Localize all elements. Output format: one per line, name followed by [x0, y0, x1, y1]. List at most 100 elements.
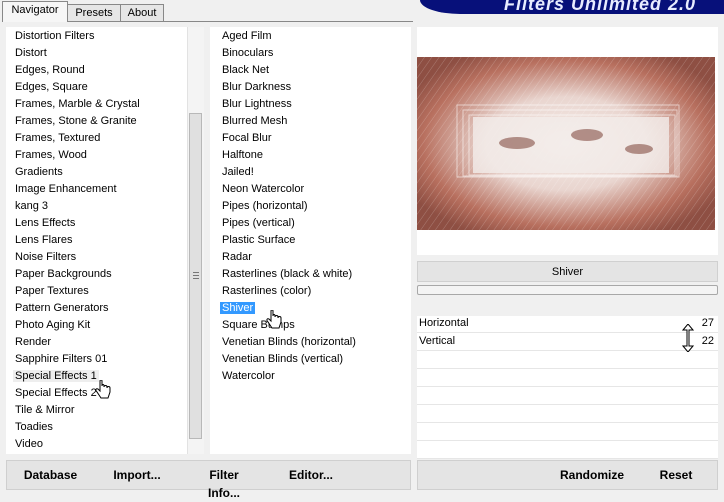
category-item[interactable]: Paper Textures	[13, 283, 91, 300]
filter-item[interactable]: Rasterlines (color)	[220, 283, 313, 300]
category-label: kang 3	[15, 200, 49, 212]
category-item[interactable]: Lens Flares	[13, 232, 74, 249]
filter-list[interactable]: Aged Film Binoculars Black Net Blur Darknes…	[210, 27, 411, 454]
filter-label: Aged Film	[222, 30, 272, 42]
filter-item[interactable]: Aged Film	[220, 28, 274, 45]
filter-item[interactable]: Pipes (horizontal)	[220, 198, 310, 215]
filter-label: Pipes (horizontal)	[222, 200, 308, 212]
category-item[interactable]: Toadies	[13, 419, 55, 436]
category-item[interactable]: Lens Effects	[13, 215, 77, 232]
filter-item[interactable]: Watercolor	[220, 368, 277, 385]
filter-item[interactable]: Neon Watercolor	[220, 181, 306, 198]
filter-item[interactable]: Plastic Surface	[220, 232, 297, 249]
category-label: Frames, Textured	[15, 132, 101, 144]
param-row	[417, 370, 718, 387]
param-label: Vertical	[419, 335, 456, 347]
filter-item[interactable]: Focal Blur	[220, 130, 274, 147]
category-item[interactable]: Frames, Wood	[13, 147, 89, 164]
category-label: Toadies	[15, 421, 53, 433]
filter-item[interactable]: Shiver	[220, 300, 256, 317]
filter-info-button[interactable]: Filter Info...	[192, 466, 256, 500]
param-value: 22	[701, 335, 714, 347]
param-row	[417, 406, 718, 423]
category-label: Paper Backgrounds	[15, 268, 112, 280]
tab-presets[interactable]: Presets	[67, 4, 121, 21]
slider-cursor-icon	[681, 323, 695, 353]
category-label: Frames, Marble & Crystal	[15, 98, 140, 110]
category-item[interactable]: Pattern Generators	[13, 300, 111, 317]
filter-item[interactable]: Blur Lightness	[220, 96, 294, 113]
filter-label: Halftone	[222, 149, 263, 161]
category-label: Gradients	[15, 166, 63, 178]
filter-label: Binoculars	[222, 47, 274, 59]
filter-item[interactable]: Radar	[220, 249, 254, 266]
filter-item[interactable]: Binoculars	[220, 45, 275, 62]
filter-name-label: Shiver	[417, 261, 718, 282]
category-label: Lens Flares	[15, 234, 73, 246]
category-item[interactable]: Gradients	[13, 164, 65, 181]
category-label: Frames, Stone & Granite	[15, 115, 137, 127]
category-scrollbar[interactable]	[187, 27, 204, 454]
filter-item[interactable]: Venetian Blinds (horizontal)	[220, 334, 358, 351]
category-item[interactable]: Render	[13, 334, 53, 351]
category-item[interactable]: Video	[13, 436, 45, 453]
category-item[interactable]: Tile & Mirror	[13, 402, 76, 419]
category-label: Special Effects 1	[13, 370, 99, 382]
category-label: Sapphire Filters 01	[15, 353, 108, 365]
filter-label: Watercolor	[222, 370, 275, 382]
hand-cursor-icon	[95, 379, 111, 405]
tab-navigator[interactable]: Navigator	[2, 1, 68, 22]
category-item[interactable]: Frames, Marble & Crystal	[13, 96, 142, 113]
category-label: Distort	[15, 47, 47, 59]
filter-item[interactable]: Halftone	[220, 147, 265, 164]
filter-label: Rasterlines (color)	[222, 285, 312, 297]
filter-label: Venetian Blinds (vertical)	[222, 353, 344, 365]
reset-button[interactable]: Reset	[656, 466, 696, 484]
category-item[interactable]: Edges, Square	[13, 79, 90, 96]
filter-label: Blur Lightness	[222, 98, 292, 110]
param-row[interactable]: Vertical 22	[417, 334, 718, 351]
category-label: Edges, Round	[15, 64, 85, 76]
category-item[interactable]: Photo Aging Kit	[13, 317, 92, 334]
category-item[interactable]: Special Effects 2	[13, 385, 99, 402]
category-item[interactable]: Edges, Round	[13, 62, 87, 79]
category-label: Paper Textures	[15, 285, 89, 297]
filter-item[interactable]: Jailed!	[220, 164, 256, 181]
category-item[interactable]: Frames, Stone & Granite	[13, 113, 139, 130]
filter-label: Focal Blur	[222, 132, 272, 144]
banner-title: Filters Unlimited 2.0	[503, 0, 696, 14]
filter-item[interactable]: Pipes (vertical)	[220, 215, 297, 232]
category-item[interactable]: Distortion Filters	[13, 28, 96, 45]
filter-item[interactable]: Rasterlines (black & white)	[220, 266, 354, 283]
filter-item[interactable]: Square Bumps	[220, 317, 297, 334]
category-label: Pattern Generators	[15, 302, 109, 314]
category-item[interactable]: Special Effects 1	[13, 368, 99, 385]
filter-item[interactable]: Venetian Blinds (vertical)	[220, 351, 345, 368]
randomize-button[interactable]: Randomize	[558, 466, 626, 484]
scrollbar-thumb[interactable]	[189, 113, 202, 439]
param-value: 27	[701, 317, 714, 329]
category-label: Photo Aging Kit	[15, 319, 91, 331]
category-item[interactable]: Noise Filters	[13, 249, 78, 266]
category-item[interactable]: Distort	[13, 45, 49, 62]
tab-about[interactable]: About	[120, 4, 164, 21]
category-item[interactable]: Paper Backgrounds	[13, 266, 114, 283]
category-label: Noise Filters	[15, 251, 77, 263]
filter-item[interactable]: Black Net	[220, 62, 271, 79]
filter-item[interactable]: Blurred Mesh	[220, 113, 289, 130]
database-button[interactable]: Database	[22, 466, 79, 484]
category-label: Frames, Wood	[15, 149, 87, 161]
import-button[interactable]: Import...	[112, 466, 162, 484]
filter-label: Blurred Mesh	[222, 115, 288, 127]
category-item[interactable]: Frames, Textured	[13, 130, 102, 147]
category-item[interactable]: kang 3	[13, 198, 50, 215]
filter-label: Black Net	[222, 64, 270, 76]
editor-button[interactable]: Editor...	[288, 466, 334, 484]
filter-item[interactable]: Blur Darkness	[220, 79, 293, 96]
category-label: Distortion Filters	[15, 30, 95, 42]
preview-panel	[417, 27, 718, 255]
category-item[interactable]: Sapphire Filters 01	[13, 351, 109, 368]
param-row	[417, 424, 718, 441]
param-row[interactable]: Horizontal 27	[417, 316, 718, 333]
category-item[interactable]: Image Enhancement	[13, 181, 119, 198]
